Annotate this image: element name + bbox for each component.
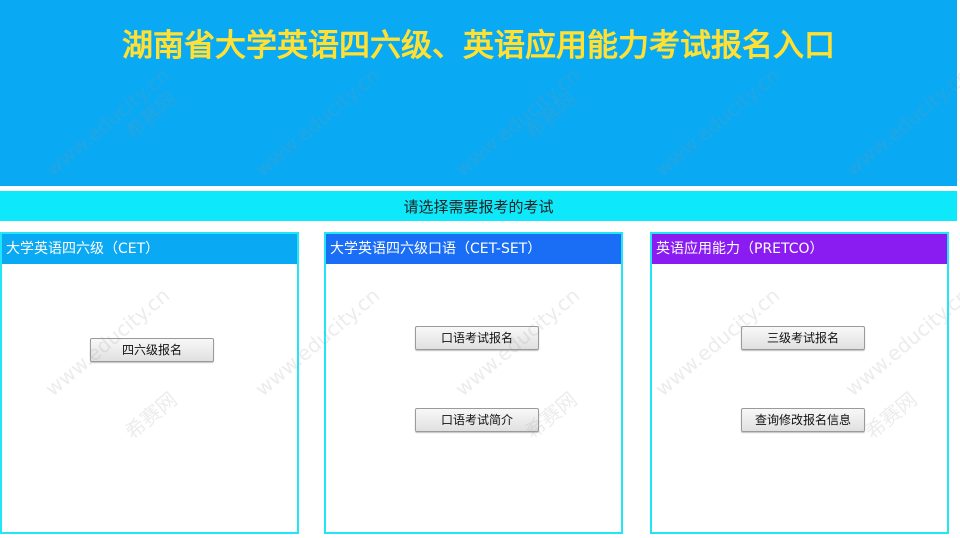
cet-register-button[interactable]: 四六级报名	[90, 338, 214, 362]
level3-register-button[interactable]: 三级考试报名	[741, 326, 865, 350]
panel-cet-title: 大学英语四六级（CET）	[2, 234, 297, 264]
query-modify-button[interactable]: 查询修改报名信息	[741, 408, 865, 432]
oral-register-button[interactable]: 口语考试报名	[415, 326, 539, 350]
panel-cet-set: 大学英语四六级口语（CET-SET） 口语考试报名 口语考试简介	[324, 232, 623, 534]
oral-intro-button[interactable]: 口语考试简介	[415, 408, 539, 432]
panel-pretco: 英语应用能力（PRETCO） 三级考试报名 查询修改报名信息	[650, 232, 949, 534]
panel-cet: 大学英语四六级（CET） 四六级报名	[0, 232, 299, 534]
select-exam-bar: 请选择需要报考的考试	[0, 191, 957, 221]
panel-pretco-title: 英语应用能力（PRETCO）	[652, 234, 947, 264]
header-banner: 湖南省大学英语四六级、英语应用能力考试报名入口	[0, 0, 957, 186]
page-title: 湖南省大学英语四六级、英语应用能力考试报名入口	[122, 28, 835, 64]
panel-cet-set-title: 大学英语四六级口语（CET-SET）	[326, 234, 621, 264]
